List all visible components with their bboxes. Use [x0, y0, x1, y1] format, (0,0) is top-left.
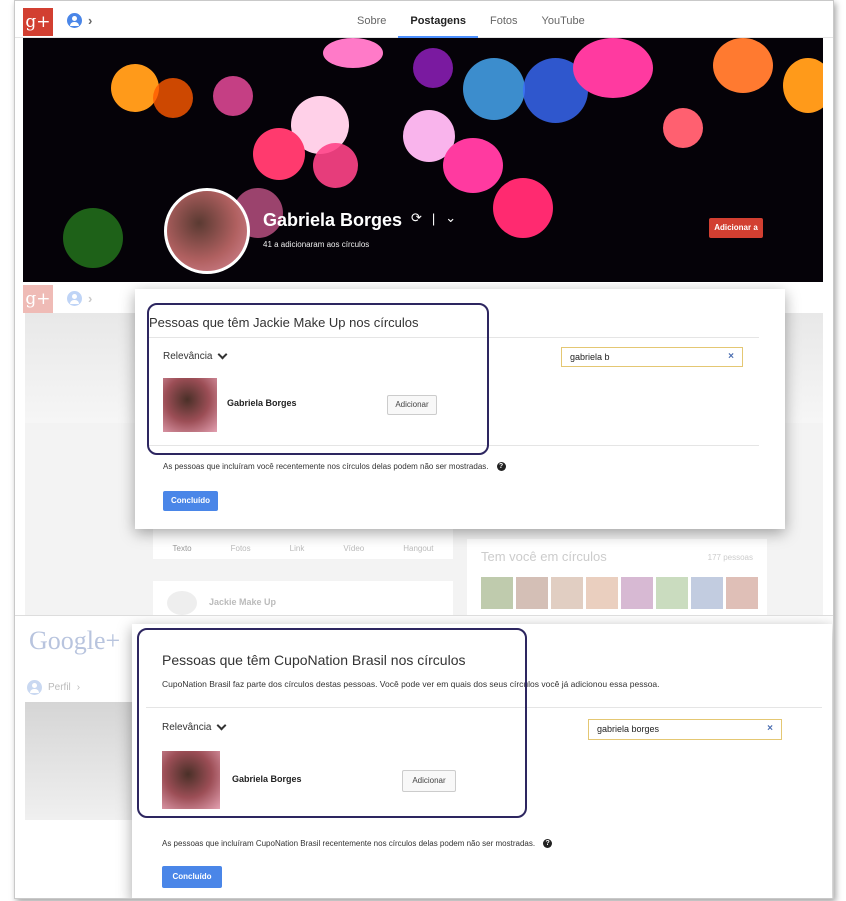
- avatar: [167, 591, 197, 615]
- profile-name-controls: ⟳ | ⌄: [411, 210, 456, 226]
- bokeh-light: [413, 48, 453, 88]
- action-label: Vídeo: [343, 544, 365, 553]
- bokeh-light: [663, 108, 703, 148]
- person-thumbnail: [516, 577, 548, 609]
- card-count: 177 pessoas: [707, 553, 753, 562]
- person-icon: [67, 13, 82, 28]
- search-input[interactable]: gabriela b ×: [561, 347, 743, 367]
- chevron-right-icon: ›: [88, 13, 93, 28]
- profile-menu: ›: [67, 291, 92, 306]
- person-thumbnail: [551, 577, 583, 609]
- action-label: Texto: [172, 544, 192, 553]
- bokeh-light: [63, 208, 123, 268]
- done-button[interactable]: Concluído: [162, 866, 222, 888]
- background-circles-card: Tem você em círculos 177 pessoas: [467, 539, 767, 615]
- tab-fotos[interactable]: Fotos: [478, 1, 530, 38]
- bokeh-light: [323, 38, 383, 68]
- bokeh-light: [213, 76, 253, 116]
- clear-icon[interactable]: ×: [767, 720, 773, 738]
- person-thumbnail: [691, 577, 723, 609]
- card-title: Tem você em círculos: [481, 549, 607, 564]
- note-text: As pessoas que incluíram você recentemen…: [163, 462, 489, 471]
- people-thumbnails: [481, 577, 758, 609]
- highlight-outline: [137, 628, 527, 818]
- person-thumbnail: [656, 577, 688, 609]
- search-input[interactable]: gabriela borges ×: [588, 719, 782, 740]
- done-button[interactable]: Concluído: [163, 491, 218, 511]
- screenshot-frame: g+ › Sobre Postagens Fotos YouTube Gabri…: [14, 0, 834, 899]
- cover-photo: Gabriela Borges ⟳ | ⌄ 41 a adicionaram a…: [23, 38, 823, 282]
- cuponation-circles-panel: Google+ Perfil › Pessoas que têm CupoNat…: [15, 615, 833, 898]
- profile-name: Gabriela Borges: [263, 210, 403, 230]
- profile-avatar[interactable]: [164, 188, 250, 274]
- dialog-note: As pessoas que incluíram você recentemen…: [163, 462, 506, 471]
- bokeh-light: [493, 178, 553, 238]
- search-value: gabriela b: [570, 352, 610, 362]
- help-icon[interactable]: ?: [496, 462, 506, 471]
- background-post: Jackie Make Up: [153, 581, 453, 615]
- perfil-nav: Perfil ›: [27, 680, 80, 695]
- person-thumbnail: [481, 577, 513, 609]
- bokeh-light: [153, 78, 193, 118]
- background-cover: [25, 702, 135, 820]
- nav-label: Perfil: [48, 682, 71, 693]
- add-to-circles-button[interactable]: Adicionar a: [709, 218, 763, 238]
- divider: |: [431, 210, 436, 226]
- action-label: Fotos: [230, 544, 251, 553]
- dialog-note: As pessoas que incluíram CupoNation Bras…: [162, 839, 553, 848]
- person-thumbnail: [586, 577, 618, 609]
- bokeh-light: [313, 143, 358, 188]
- action-label: Link: [289, 544, 305, 553]
- person-thumbnail: [621, 577, 653, 609]
- bokeh-light: [463, 58, 525, 120]
- person-icon: [27, 680, 42, 695]
- note-text: As pessoas que incluíram CupoNation Bras…: [162, 839, 536, 848]
- tab-sobre[interactable]: Sobre: [345, 1, 398, 38]
- bokeh-light: [253, 128, 305, 180]
- circles-count: 41 a adicionaram aos círculos: [263, 240, 370, 249]
- bokeh-light: [573, 38, 653, 98]
- action-label: Hangout: [403, 544, 434, 553]
- search-value: gabriela borges: [597, 724, 660, 734]
- top-bar: g+ › Sobre Postagens Fotos YouTube: [15, 1, 833, 38]
- google-plus-logo: Google+: [29, 626, 121, 655]
- chevron-right-icon: ›: [76, 682, 81, 693]
- highlight-outline: [147, 303, 489, 455]
- person-icon: [67, 291, 82, 306]
- help-icon[interactable]: ?: [543, 839, 553, 848]
- bokeh-light: [443, 138, 503, 193]
- post-author: Jackie Make Up: [209, 597, 277, 607]
- tab-youtube[interactable]: YouTube: [530, 1, 597, 38]
- tab-postagens[interactable]: Postagens: [398, 1, 478, 38]
- bokeh-light: [111, 64, 159, 112]
- gplus-logo[interactable]: g+: [23, 8, 53, 36]
- profile-tabs: Sobre Postagens Fotos YouTube: [345, 1, 597, 38]
- profile-panel: g+ › Sobre Postagens Fotos YouTube Gabri…: [15, 1, 833, 283]
- person-thumbnail: [726, 577, 758, 609]
- chevron-down-icon[interactable]: ⌄: [445, 210, 456, 226]
- chevron-right-icon: ›: [88, 291, 93, 306]
- bokeh-light: [783, 58, 823, 113]
- jackie-circles-panel: g+ › Texto Fotos Link Vídeo Hangout Tem …: [15, 283, 833, 615]
- profile-menu[interactable]: ›: [67, 13, 92, 28]
- gplus-logo: g+: [23, 285, 53, 313]
- verified-icon: ⟳: [411, 210, 422, 225]
- clear-icon[interactable]: ×: [728, 348, 734, 366]
- bokeh-light: [713, 38, 773, 93]
